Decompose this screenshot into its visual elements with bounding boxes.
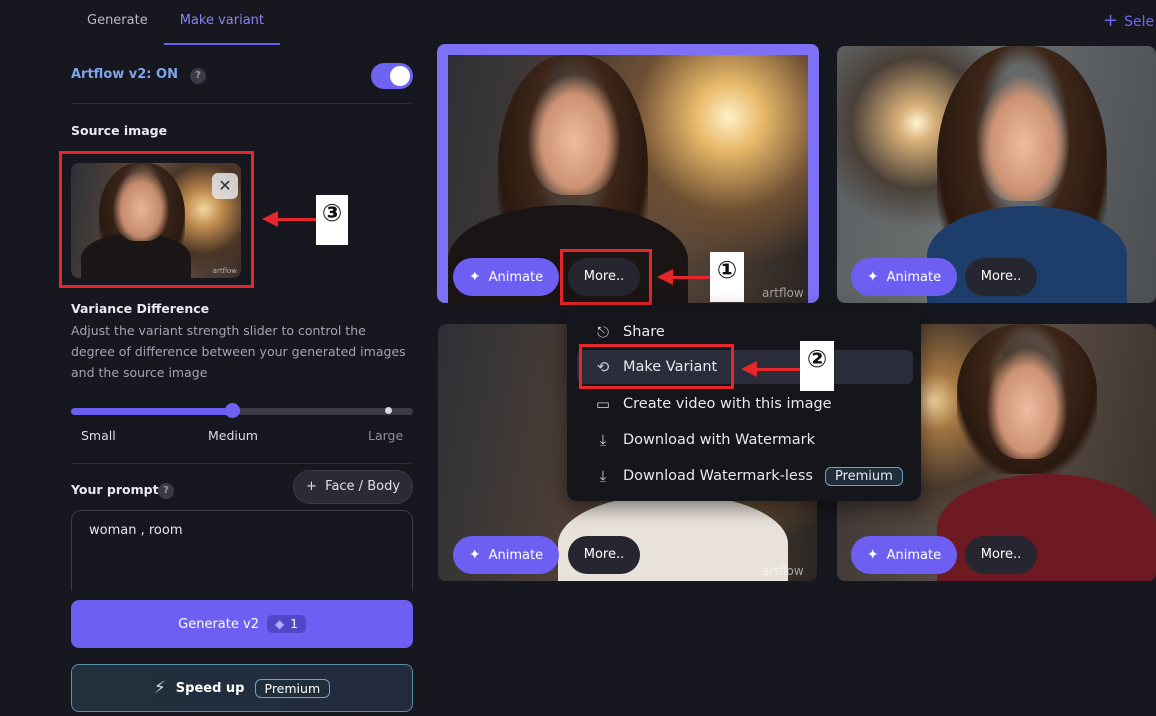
annotation-box-3 xyxy=(59,151,254,288)
sparkle-icon: ✦ xyxy=(866,547,879,563)
select-button[interactable]: + Sele xyxy=(1103,10,1154,31)
slider-label-small: Small xyxy=(81,428,116,443)
credit-badge: ◆ 1 xyxy=(266,615,306,633)
variance-slider-track[interactable] xyxy=(71,408,413,415)
face xyxy=(977,76,1069,201)
animate-button[interactable]: ✦ Animate xyxy=(453,536,559,574)
face-body-label: Face / Body xyxy=(325,479,401,494)
credit-count: 1 xyxy=(290,617,298,631)
gem-icon: ◆ xyxy=(274,617,285,631)
divider xyxy=(71,103,413,104)
share-icon: ⎋ xyxy=(597,323,609,341)
animate-label: Animate xyxy=(488,547,544,563)
menu-item-download-watermark-less[interactable]: ⤓ Download Watermark-less Premium xyxy=(577,459,913,493)
video-icon: ▭ xyxy=(595,395,611,413)
toggle-knob xyxy=(390,66,410,86)
tab-bar: Generate Make variant xyxy=(71,0,281,45)
variance-slider-handle[interactable] xyxy=(224,403,240,418)
face xyxy=(528,75,620,195)
tab-generate[interactable]: Generate xyxy=(71,0,164,45)
more-button[interactable]: More.. xyxy=(965,536,1037,574)
variant-panel: Artflow v2: ON ? Source image ✕ artflow … xyxy=(71,45,413,716)
annotation-box-2 xyxy=(579,344,734,389)
animate-label: Animate xyxy=(488,269,544,285)
generate-label: Generate v2 xyxy=(178,616,259,632)
download-icon: ⤓ xyxy=(599,431,607,449)
animate-label: Animate xyxy=(886,269,942,285)
animate-button[interactable]: ✦ Animate xyxy=(453,258,559,296)
animate-button[interactable]: ✦ Animate xyxy=(851,258,957,296)
artflow-label: Artflow v2: ON xyxy=(71,67,178,82)
premium-badge: Premium xyxy=(824,466,903,486)
help-icon[interactable]: ? xyxy=(190,68,206,84)
slider-end-dot xyxy=(385,407,392,414)
annotation-arrowhead-2 xyxy=(741,361,757,377)
lightning-icon: ⚡ xyxy=(153,678,166,698)
generate-button[interactable]: Generate v2 ◆ 1 xyxy=(71,600,413,648)
premium-badge: Premium xyxy=(254,678,331,698)
plus-icon: + xyxy=(305,479,326,494)
face-body-button[interactable]: + Face / Body xyxy=(293,470,413,504)
tab-make-variant[interactable]: Make variant xyxy=(163,0,281,45)
annotation-arrow-1 xyxy=(672,276,710,279)
sparkle-icon: ✦ xyxy=(468,547,481,563)
prompt-label: Your prompt xyxy=(71,482,159,497)
more-button[interactable]: More.. xyxy=(965,258,1037,296)
slider-label-medium: Medium xyxy=(208,428,258,443)
speed-up-button[interactable]: ⚡ Speed up Premium xyxy=(71,664,413,712)
speed-up-label: Speed up xyxy=(175,680,245,696)
source-image-title: Source image xyxy=(71,123,168,138)
plus-icon: + xyxy=(1103,10,1119,31)
annotation-number-1: ① xyxy=(710,252,744,302)
annotation-arrowhead-3 xyxy=(262,211,278,227)
face xyxy=(987,349,1067,459)
artflow-toggle[interactable] xyxy=(371,63,413,89)
annotation-number-3: ③ xyxy=(316,195,348,245)
variance-title: Variance Difference xyxy=(71,301,210,316)
download-icon: ⤓ xyxy=(599,467,607,485)
menu-label: Share xyxy=(623,324,665,340)
prompt-input[interactable]: woman , room xyxy=(71,510,413,590)
animate-button[interactable]: ✦ Animate xyxy=(851,536,957,574)
annotation-number-2: ② xyxy=(800,341,834,391)
divider xyxy=(71,463,413,464)
menu-item-download-watermark[interactable]: ⤓ Download with Watermark xyxy=(577,423,913,457)
more-options-menu: ⎋ Share ⟲ Make Variant ▭ Create video with … xyxy=(567,307,921,501)
prompt-text: woman , room xyxy=(89,523,183,538)
help-icon[interactable]: ? xyxy=(158,483,174,499)
menu-item-create-video[interactable]: ▭ Create video with this image xyxy=(577,387,913,421)
animate-label: Animate xyxy=(886,547,942,563)
menu-label: Download Watermark-less xyxy=(623,468,813,484)
sparkle-icon: ✦ xyxy=(468,269,481,285)
annotation-arrow-2 xyxy=(756,368,800,371)
watermark: artflow xyxy=(762,564,804,578)
more-button[interactable]: More.. xyxy=(568,536,640,574)
annotation-box-1 xyxy=(560,249,652,305)
annotation-arrow-3 xyxy=(276,218,316,221)
sparkle-icon: ✦ xyxy=(866,269,879,285)
select-label: Sele xyxy=(1124,14,1155,30)
annotation-arrowhead-1 xyxy=(657,269,673,285)
slider-label-large: Large xyxy=(368,428,404,443)
variance-description: Adjust the variant strength slider to co… xyxy=(71,323,406,380)
variance-slider-fill xyxy=(71,408,232,415)
menu-label: Download with Watermark xyxy=(623,432,816,448)
artflow-row: Artflow v2: ON ? xyxy=(71,63,413,89)
watermark: artflow xyxy=(762,286,804,300)
menu-label: Create video with this image xyxy=(623,396,832,412)
